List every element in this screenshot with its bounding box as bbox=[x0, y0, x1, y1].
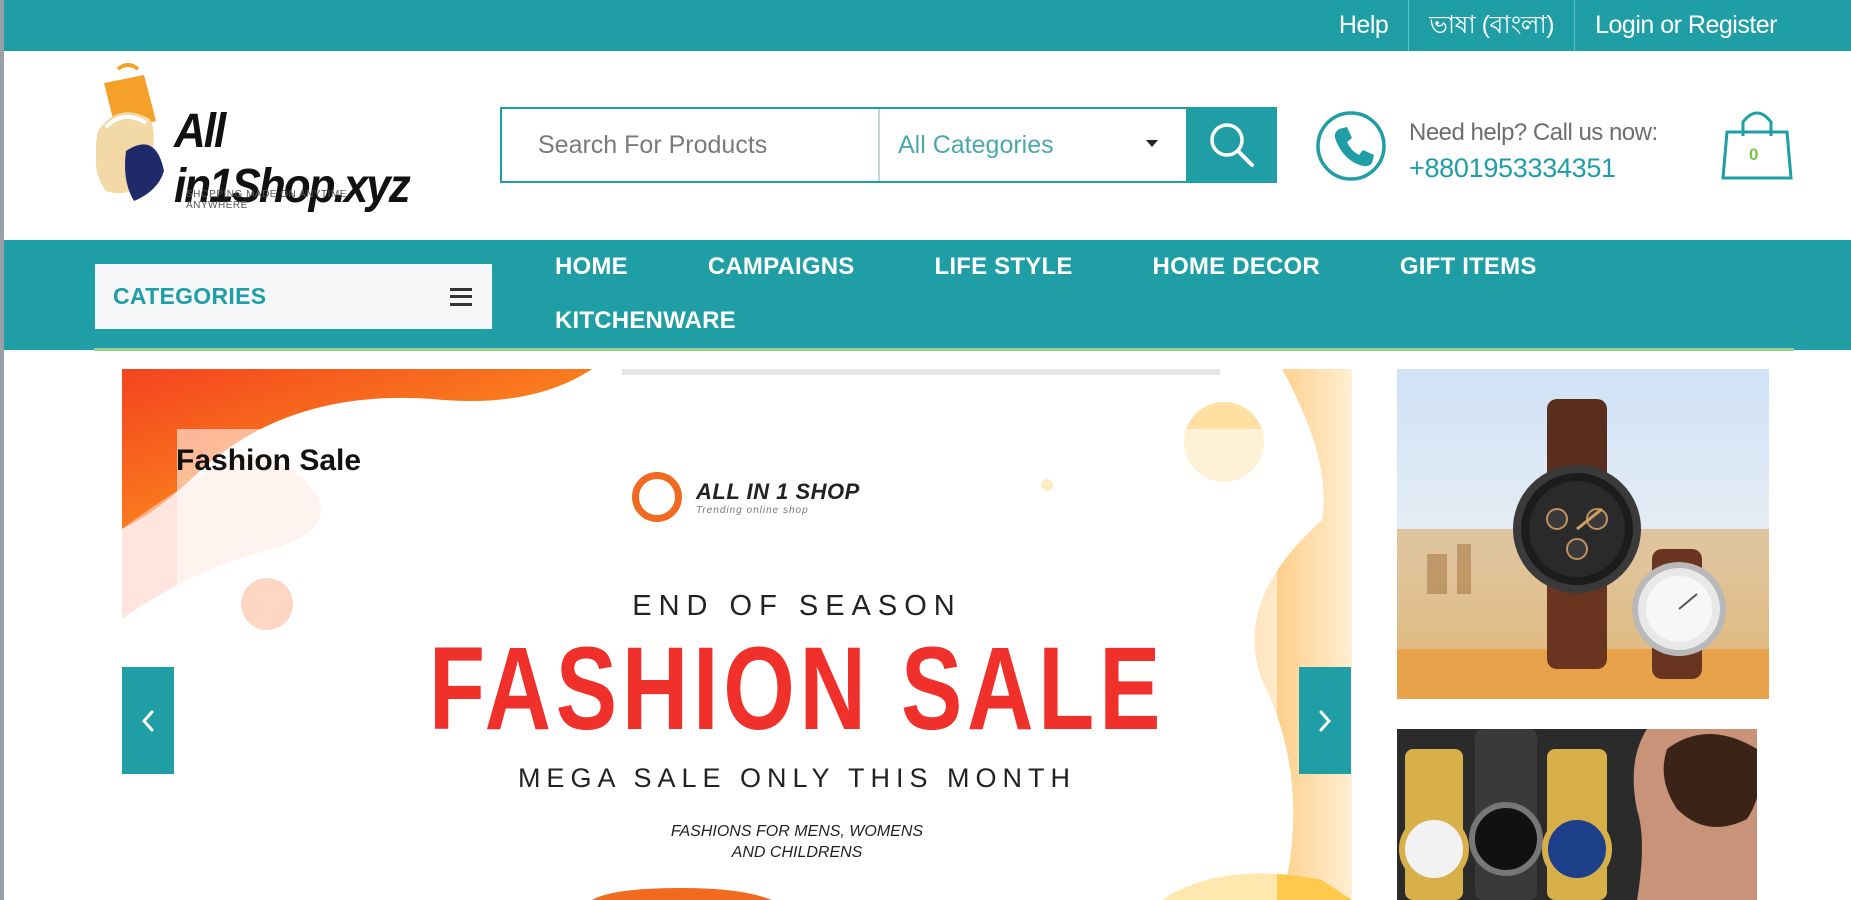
brand-name: ALL IN 1 SHOP bbox=[696, 478, 860, 504]
nav-item-home[interactable]: HOME bbox=[555, 253, 628, 281]
fine-print-line: FASHIONS FOR MENS, WOMENS bbox=[670, 823, 924, 840]
phone-icon bbox=[1316, 111, 1386, 181]
watches-banner-image-2 bbox=[1397, 729, 1769, 900]
nav-item-kitchenware[interactable]: KITCHENWARE bbox=[555, 307, 736, 335]
brand-ring-icon bbox=[632, 472, 682, 522]
fine-print: FASHIONS FOR MENS, WOMENS AND CHILDRENS bbox=[122, 821, 1352, 863]
headline-top: END OF SEASON bbox=[632, 590, 962, 622]
side-banner-watches-2[interactable] bbox=[1397, 729, 1769, 900]
menu-icon bbox=[450, 287, 472, 306]
category-select-value: All Categories bbox=[898, 130, 1054, 159]
top-bar: Help ভাষা (বাংলা) Login or Register bbox=[4, 0, 1851, 51]
slider-next-button[interactable] bbox=[1299, 667, 1351, 774]
language-link[interactable]: ভাষা (বাংলা) bbox=[1408, 0, 1574, 51]
nav-row: KITCHENWARE bbox=[555, 294, 1851, 348]
category-select[interactable]: All Categories bbox=[880, 109, 1186, 181]
search-icon bbox=[1209, 123, 1254, 167]
fine-print-line: AND CHILDRENS bbox=[731, 844, 863, 861]
slide-brand: ALL IN 1 SHOP Trending online shop bbox=[632, 472, 860, 522]
chevron-right-icon bbox=[1319, 710, 1332, 731]
login-register-link[interactable]: Login or Register bbox=[1574, 0, 1797, 51]
nav-item-gift-items[interactable]: GIFT ITEMS bbox=[1400, 253, 1537, 281]
nav-item-campaigns[interactable]: CAMPAIGNS bbox=[708, 253, 855, 281]
hero-slider: Fashion Sale ALL IN 1 SHOP Trending onli… bbox=[122, 369, 1352, 900]
help-contact: Need help? Call us now: +8801953334351 bbox=[1314, 109, 1714, 189]
side-banner-watches[interactable] bbox=[1397, 369, 1769, 712]
brand-text: ALL IN 1 SHOP Trending online shop bbox=[696, 479, 860, 516]
categories-dropdown[interactable]: CATEGORIES bbox=[95, 264, 492, 329]
cart-count: 0 bbox=[1749, 145, 1759, 164]
page: Help ভাষা (বাংলা) Login or Register All … bbox=[0, 0, 1851, 900]
watches-banner-image bbox=[1397, 369, 1769, 712]
nav-item-home-decor[interactable]: HOME DECOR bbox=[1153, 253, 1320, 281]
help-label: Need help? Call us now: bbox=[1409, 119, 1658, 146]
nav-item-life-style[interactable]: LIFE STYLE bbox=[935, 253, 1073, 281]
brand-tagline: Trending online shop bbox=[696, 504, 809, 516]
chevron-left-icon bbox=[141, 710, 154, 731]
slider-prev-button[interactable] bbox=[122, 667, 174, 774]
categories-label: CATEGORIES bbox=[113, 283, 267, 309]
help-phone-number[interactable]: +8801953334351 bbox=[1409, 153, 1616, 184]
site-logo[interactable]: All in1Shop.xyz SHOPPING MADE ON ANYTIME… bbox=[95, 61, 411, 213]
nav-row: HOME CAMPAIGNS LIFE STYLE HOME DECOR GIF… bbox=[555, 240, 1851, 294]
headline-sub: MEGA SALE ONLY THIS MONTH bbox=[517, 763, 1077, 793]
caret-down-icon bbox=[1146, 140, 1158, 147]
help-link[interactable]: Help bbox=[1319, 0, 1408, 51]
search-button[interactable] bbox=[1186, 107, 1277, 183]
slide-title: Fashion Sale bbox=[176, 444, 362, 477]
site-header: All in1Shop.xyz SHOPPING MADE ON ANYTIME… bbox=[4, 51, 1851, 240]
headline-main: FASHION SALE bbox=[428, 623, 1166, 755]
top-links: Help ভাষা (বাংলা) Login or Register bbox=[1319, 0, 1797, 51]
nav-divider bbox=[94, 348, 1794, 351]
cart-button[interactable]: 0 bbox=[1719, 106, 1795, 182]
search-input[interactable] bbox=[502, 109, 880, 181]
logo-tagline: SHOPPING MADE ON ANYTIME ANYWHERE bbox=[186, 189, 347, 211]
nav-menu: HOME CAMPAIGNS LIFE STYLE HOME DECOR GIF… bbox=[555, 240, 1851, 348]
search-bar: All Categories bbox=[500, 107, 1277, 183]
shopping-bag-icon bbox=[1721, 111, 1793, 180]
